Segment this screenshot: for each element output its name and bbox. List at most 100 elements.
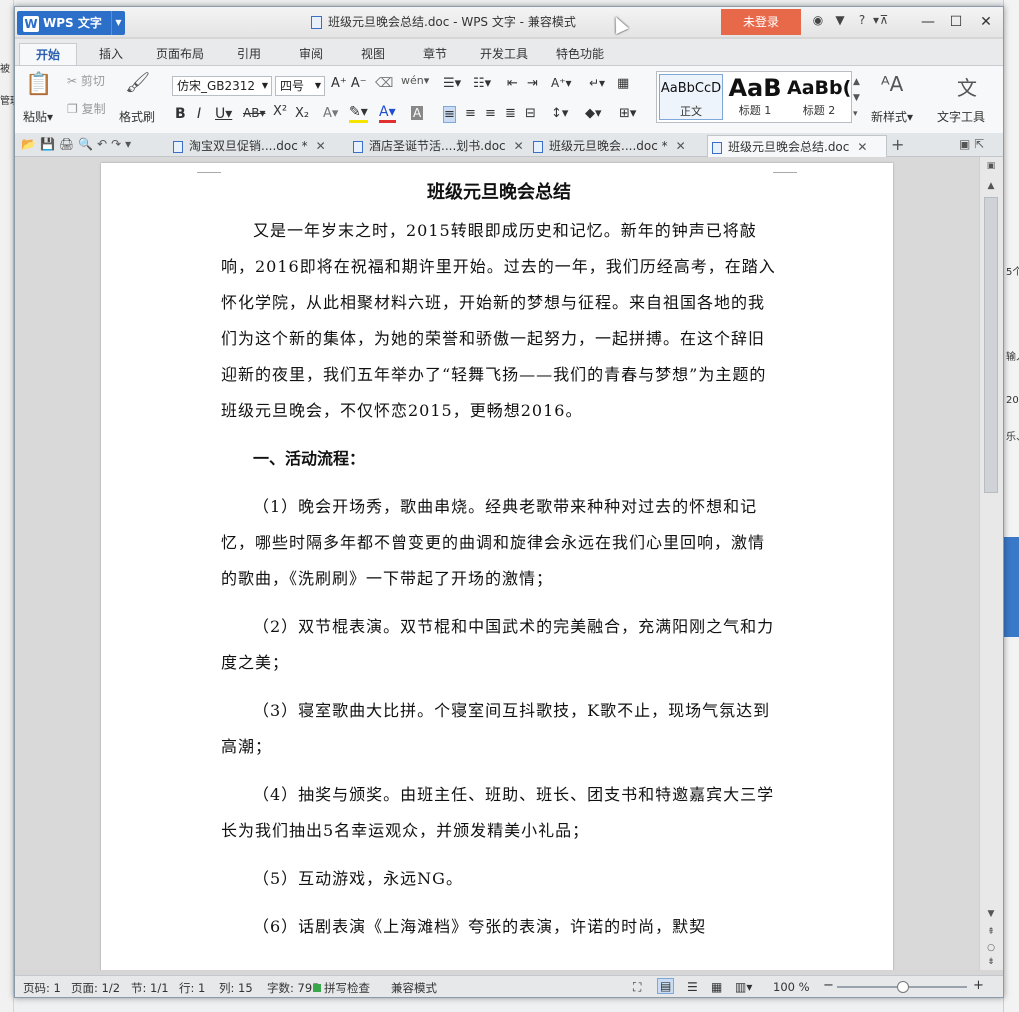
collapse-ribbon-icon[interactable]: ⊼ — [873, 13, 895, 27]
decrease-indent-icon[interactable]: ⇤ — [507, 76, 518, 91]
scroll-up-arrow[interactable]: ▲ — [980, 181, 1002, 191]
previous-page-icon[interactable]: ⇞ — [980, 927, 1002, 937]
browse-object-icon[interactable]: ○ — [980, 943, 1002, 953]
app-name: WPS 文字 — [43, 16, 102, 30]
tab-developer[interactable]: 开发工具 — [469, 43, 539, 65]
show-marks-icon[interactable]: ↵▾ — [589, 76, 605, 90]
cut-button[interactable]: ✂ 剪切 — [67, 72, 105, 89]
border-icon[interactable]: ⊞▾ — [619, 106, 636, 121]
doc-tab[interactable]: 淘宝双旦促销....doc * ✕ — [169, 135, 347, 157]
reading-view-icon[interactable]: ▥▾ — [735, 980, 752, 994]
bullet-list-icon[interactable]: ☰▾ — [443, 76, 461, 91]
copy-button[interactable]: ❐ 复制 — [67, 100, 106, 117]
justify-button[interactable]: ≣ — [505, 106, 516, 121]
text-effect-icon[interactable]: A▾ — [323, 106, 338, 121]
italic-button[interactable]: I — [197, 106, 201, 122]
shading-icon[interactable]: ◆▾ — [585, 106, 602, 121]
chinese-layout-icon[interactable]: A⁺▾ — [551, 76, 572, 90]
char-shading-icon[interactable]: A — [411, 106, 424, 120]
chevron-down-icon[interactable]: ▼ — [111, 11, 125, 35]
clear-format-icon[interactable]: ⌫ — [375, 76, 393, 91]
page-view-icon[interactable]: ▤ — [657, 978, 675, 994]
scroll-thumb[interactable] — [984, 197, 998, 493]
tab-review[interactable]: 审阅 — [283, 43, 339, 65]
superscript-button[interactable]: X² — [273, 104, 287, 119]
font-grow-icon[interactable]: A⁺ A⁻ — [331, 76, 367, 91]
align-center-button[interactable]: ≡ — [465, 106, 476, 121]
text-tools-icon[interactable]: 文 — [957, 72, 977, 101]
status-word-count[interactable]: 字数: 795 — [267, 980, 319, 996]
background-window-left: 被 管理 — [0, 0, 20, 1012]
zoom-slider-handle[interactable] — [897, 981, 909, 993]
table-icon[interactable]: ▦ — [617, 76, 629, 91]
style-heading-2[interactable]: AaBb( 标题 2 — [787, 74, 851, 120]
shirt-icon[interactable]: ▼ — [829, 13, 851, 27]
minimize-button[interactable]: — — [913, 11, 943, 33]
bg-blue-panel — [1004, 537, 1019, 637]
app-menu-button[interactable]: W WPS 文字 ▼ — [17, 11, 125, 35]
tab-special[interactable]: 特色功能 — [543, 43, 617, 65]
vertical-scrollbar[interactable]: ▣ ▲ ▼ ⇞ ○ ⇟ — [979, 157, 1003, 970]
status-compat-mode: 兼容模式 — [391, 981, 437, 995]
tab-references[interactable]: 引用 — [221, 43, 277, 65]
document-page[interactable]: 班级元旦晚会总结 又是一年岁末之时，2015转眼即成历史和记忆。新年的钟声已将敲… — [101, 163, 893, 970]
skin-icon[interactable]: ◉ — [807, 13, 829, 27]
web-view-icon[interactable]: ▦ — [711, 980, 722, 994]
underline-button[interactable]: U▾ — [215, 106, 232, 122]
doc-tab[interactable]: 酒店圣诞节活....划书.doc ✕ — [349, 135, 527, 157]
tab-page-layout[interactable]: 页面布局 — [143, 43, 217, 65]
subscript-button[interactable]: X₂ — [295, 106, 309, 121]
zoom-in-button[interactable]: + — [973, 978, 984, 993]
format-painter-icon[interactable]: 🖌 — [125, 70, 150, 94]
new-tab-icon[interactable]: + — [891, 135, 904, 154]
highlight-icon[interactable]: ✎▾ — [349, 104, 368, 123]
document-body[interactable]: 班级元旦晚会总结 又是一年岁末之时，2015转眼即成历史和记忆。新年的钟声已将敲… — [221, 177, 777, 957]
distribute-button[interactable]: ⊟ — [525, 106, 536, 121]
new-style-icon[interactable]: ᴬA — [881, 72, 903, 96]
tab-chapter[interactable]: 章节 — [407, 43, 463, 65]
align-right-button[interactable]: ≡ — [485, 106, 496, 121]
style-normal[interactable]: AaBbCcD 正文 — [659, 74, 723, 120]
line-spacing-icon[interactable]: ↕▾ — [551, 106, 568, 121]
style-gallery-scroll[interactable]: ▲ ▼ ▾ — [853, 74, 860, 122]
maximize-button[interactable]: ☐ — [941, 11, 971, 33]
doc-tab-active[interactable]: 班级元旦晚会总结.doc ✕ — [707, 135, 887, 157]
paragraph: （6）话剧表演《上海滩档》夸张的表演，许诺的时尚，默契 — [253, 917, 707, 936]
numbered-list-icon[interactable]: ☷▾ — [473, 76, 491, 91]
tab-insert[interactable]: 插入 — [81, 43, 141, 65]
zoom-level[interactable]: 100 % — [773, 980, 810, 994]
full-screen-view-icon[interactable]: ⛶ — [633, 980, 641, 995]
font-name-select[interactable]: 仿宋_GB2312 ▼ — [172, 76, 272, 96]
tab-view[interactable]: 视图 — [345, 43, 401, 65]
paste-button[interactable]: 粘贴▾ — [23, 108, 53, 125]
title-bar: W WPS 文字 ▼ 班级元旦晚会总结.doc - WPS 文字 - 兼容模式 未… — [15, 7, 1003, 37]
strikethrough-button[interactable]: AB▾ — [243, 106, 265, 120]
text-tools-button[interactable]: 文字工具 — [937, 108, 985, 125]
scissors-icon: ✂ — [67, 74, 78, 88]
phonetic-icon[interactable]: wén▾ — [401, 74, 429, 87]
scroll-down-arrow[interactable]: ▼ — [980, 909, 1002, 919]
outline-view-icon[interactable]: ☰ — [687, 980, 698, 994]
font-color-icon[interactable]: A▾ — [379, 104, 396, 123]
next-page-icon[interactable]: ⇟ — [980, 957, 1002, 967]
paste-icon[interactable]: 📋 — [25, 72, 52, 97]
bold-button[interactable]: B — [175, 106, 186, 122]
style-heading-1[interactable]: AaB 标题 1 — [723, 74, 787, 120]
quick-access-toolbar[interactable]: 📂💾🖨🔍↶↷▾ — [21, 137, 135, 151]
spell-check-toggle[interactable]: 拼写检查 — [313, 980, 370, 996]
tab-home[interactable]: 开始 — [19, 43, 77, 65]
align-left-button[interactable]: ≡ — [443, 106, 456, 123]
font-size-select[interactable]: 四号 ▼ — [275, 76, 325, 96]
format-painter-button[interactable]: 格式刷 — [119, 108, 155, 125]
bg-text: 输入 — [1006, 352, 1019, 363]
split-view-icon[interactable]: ▣ — [980, 161, 1002, 171]
increase-indent-icon[interactable]: ⇥ — [527, 76, 538, 91]
zoom-out-button[interactable]: − — [823, 978, 834, 993]
new-style-button[interactable]: 新样式▾ — [871, 108, 913, 125]
doc-tab[interactable]: 班级元旦晚会....doc * ✕ — [529, 135, 705, 157]
login-button[interactable]: 未登录 — [721, 9, 801, 35]
tab-list-icon[interactable]: ▣ ⇱ — [959, 137, 984, 151]
close-button[interactable]: ✕ — [971, 11, 1001, 33]
document-canvas: 班级元旦晚会总结 又是一年岁末之时，2015转眼即成历史和记忆。新年的钟声已将敲… — [15, 157, 979, 970]
help-button[interactable]: ? ▾ — [851, 13, 879, 27]
